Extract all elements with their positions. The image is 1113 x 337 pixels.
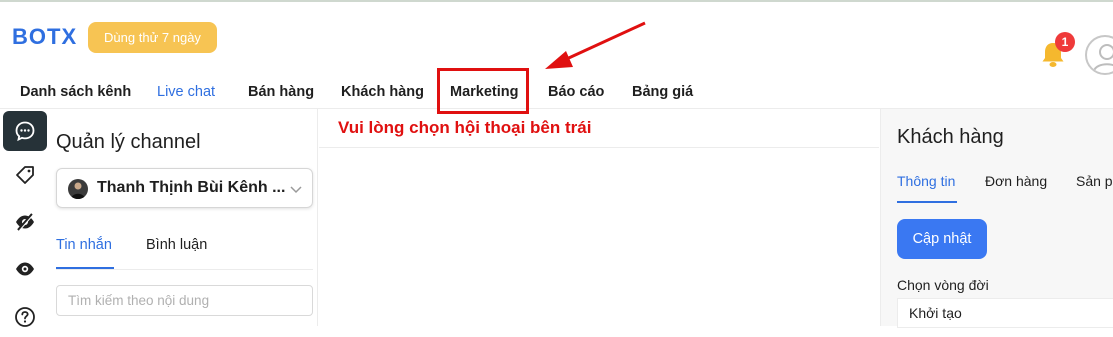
- customer-active-tab-indicator: [897, 201, 957, 203]
- update-button[interactable]: Cập nhật: [897, 219, 987, 259]
- tab-messages[interactable]: Tin nhắn: [56, 237, 112, 253]
- chat-icon: [15, 121, 35, 142]
- main-nav: Danh sách kênh Live chat Bán hàng Khách …: [0, 78, 1113, 108]
- user-icon: [1093, 44, 1113, 72]
- chevron-down-icon: [290, 186, 302, 194]
- trial-button[interactable]: Dùng thử 7 ngày: [88, 22, 217, 53]
- nav-danh-sach-kenh[interactable]: Danh sách kênh: [20, 84, 131, 100]
- customer-panel-title: Khách hàng: [897, 126, 1004, 148]
- channel-avatar: [68, 179, 88, 199]
- top-divider: [0, 0, 1113, 2]
- help-icon: [15, 307, 35, 327]
- tabs-divider: [56, 269, 313, 270]
- rail-help-button[interactable]: [3, 297, 47, 337]
- search-input[interactable]: Tìm kiếm theo nội dung: [56, 285, 313, 316]
- person-icon: [71, 182, 85, 199]
- user-avatar[interactable]: [1085, 35, 1113, 75]
- rail-hidden-button[interactable]: [3, 202, 47, 242]
- eye-icon: [16, 262, 34, 276]
- nav-ban-hang[interactable]: Bán hàng: [248, 84, 314, 100]
- rail-tag-button[interactable]: [3, 155, 47, 195]
- customer-panel: Khách hàng Thông tin Đơn hàng Sản ph Cập…: [880, 109, 1113, 328]
- selected-channel-name: Thanh Thịnh Bùi Kênh ...: [97, 179, 286, 196]
- rail-chat-button[interactable]: [3, 111, 47, 151]
- icon-rail: [0, 109, 48, 327]
- nav-bao-cao[interactable]: Báo cáo: [548, 84, 604, 100]
- channel-select[interactable]: Thanh Thịnh Bùi Kênh ...: [56, 168, 313, 208]
- nav-live-chat[interactable]: Live chat: [157, 84, 215, 100]
- center-header-divider: [319, 147, 879, 148]
- notification-badge: 1: [1055, 32, 1075, 52]
- marketing-highlight-box: [437, 68, 529, 114]
- tab-info[interactable]: Thông tin: [897, 173, 955, 189]
- lifecycle-select[interactable]: Khởi tạo: [897, 298, 1113, 328]
- lifecycle-label: Chọn vòng đời: [897, 277, 989, 293]
- tab-comments[interactable]: Bình luận: [146, 237, 207, 253]
- rail-view-button[interactable]: [3, 249, 47, 289]
- channel-panel-title: Quản lý channel: [56, 131, 201, 153]
- channel-panel: Quản lý channel Thanh Thịnh Bùi Kênh ...…: [48, 109, 318, 326]
- tab-orders[interactable]: Đơn hàng: [985, 173, 1047, 189]
- select-conversation-message: Vui lòng chọn hội thoại bên trái: [338, 118, 592, 137]
- tab-products[interactable]: Sản ph: [1076, 173, 1113, 189]
- nav-khach-hang[interactable]: Khách hàng: [341, 84, 424, 100]
- eye-off-icon: [16, 213, 34, 231]
- nav-bang-gia[interactable]: Bảng giá: [632, 84, 693, 100]
- botx-logo[interactable]: BOTX: [12, 24, 77, 50]
- tag-icon: [16, 166, 34, 184]
